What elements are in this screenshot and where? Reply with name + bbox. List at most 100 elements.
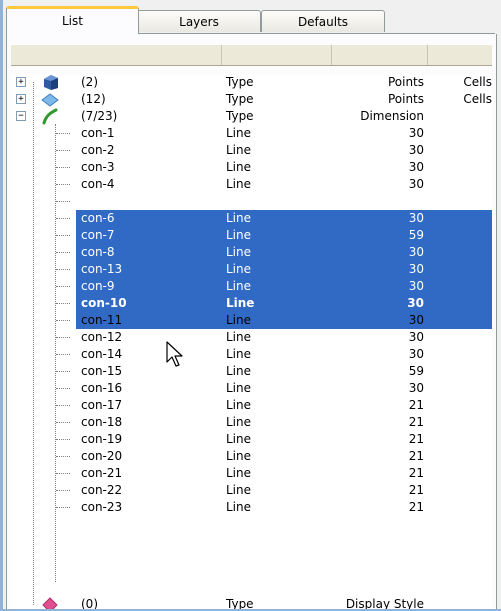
expand-icon[interactable]: +: [16, 77, 26, 87]
connector-type: Line: [226, 415, 252, 429]
tree-item-display-styles[interactable]: (0) Type Display Style: [11, 596, 492, 609]
connector-type: Line: [226, 126, 252, 140]
connector-dimension: 30: [408, 381, 424, 395]
tree-item-connector[interactable]: con-18 Line 21: [11, 414, 492, 431]
connector-name: con-9: [81, 279, 115, 293]
connector-dimension: 30: [408, 279, 424, 293]
connector-type: Line: [226, 262, 252, 276]
tree-branch-line: [56, 320, 70, 321]
tree-item-connector[interactable]: con-23 Line 21: [11, 499, 492, 516]
connector-type: Line: [226, 364, 252, 378]
connector-name: con-20: [81, 449, 123, 463]
connector-dimension: 30: [408, 347, 424, 361]
tree-item-connector[interactable]: con-22 Line 21: [11, 482, 492, 499]
connector-dimension: 30: [408, 245, 424, 259]
tree-item-connector[interactable]: con-21 Line 21: [11, 465, 492, 482]
connector-type: Line: [226, 381, 252, 395]
connector-dimension: 30: [408, 262, 424, 276]
connector-type: Line: [226, 160, 252, 174]
connector-name: con-15: [81, 364, 123, 378]
connector-name: con-17: [81, 398, 123, 412]
tree-item-connector[interactable]: con-8 Line 30: [11, 244, 492, 261]
connector-dimension: 30: [407, 296, 424, 310]
tab-defaults[interactable]: Defaults: [261, 10, 385, 32]
connector-type: Line: [226, 211, 252, 225]
connector-icon: [42, 108, 58, 125]
tree-item-col3: Points: [387, 75, 424, 89]
tree-item-connector[interactable]: con-17 Line 21: [11, 397, 492, 414]
connector-type: Line: [226, 330, 252, 344]
tree-item-connector[interactable]: con-5 Line 30: [11, 193, 492, 210]
tab-layers[interactable]: Layers: [137, 10, 261, 32]
tree-item-connector[interactable]: con-19 Line 21: [11, 431, 492, 448]
connector-dimension: 21: [408, 449, 424, 463]
connector-dimension: 21: [408, 415, 424, 429]
connector-type: Line: [226, 194, 252, 208]
header-col-type[interactable]: [222, 45, 332, 65]
connector-type: Line: [226, 228, 252, 242]
column-header: [11, 44, 492, 66]
connector-type: Line: [226, 466, 252, 480]
domain-icon: [41, 93, 59, 107]
tree-item-connector[interactable]: con-16 Line 30: [11, 380, 492, 397]
connector-dimension: 21: [408, 500, 424, 514]
connector-dimension: 59: [408, 228, 424, 242]
connector-type: Line: [226, 449, 252, 463]
tree-view[interactable]: + (2) Type Points Cells + (12) Type Poin…: [11, 74, 492, 609]
tree-item-connector[interactable]: con-4 Line 30: [11, 176, 492, 193]
connector-name: con-18: [81, 415, 123, 429]
header-col-4[interactable]: [428, 45, 491, 65]
tree-item-connector[interactable]: con-20 Line 21: [11, 448, 492, 465]
connector-dimension: 30: [408, 194, 424, 208]
tree-branch-line: [56, 303, 70, 304]
tree-branch-line: [56, 422, 70, 423]
connector-name: con-3: [81, 160, 115, 174]
collapse-icon[interactable]: −: [16, 111, 26, 121]
tree-branch-line: [56, 388, 70, 389]
tree-item-connector[interactable]: con-15 Line 59: [11, 363, 492, 380]
tree-branch-line: [56, 201, 70, 202]
tree-item-connectors[interactable]: − (7/23) Type Dimension: [11, 108, 492, 125]
tab-bar: List Layers Defaults: [6, 4, 496, 34]
tree-item-connector[interactable]: con-10 Line 30: [11, 295, 492, 312]
tree-item-connector[interactable]: con-3 Line 30: [11, 159, 492, 176]
connector-dimension: 30: [408, 330, 424, 344]
tree-branch-line: [56, 354, 70, 355]
list-panel: + (2) Type Points Cells + (12) Type Poin…: [6, 34, 497, 609]
tree-item-blocks[interactable]: + (2) Type Points Cells: [11, 74, 492, 91]
tree-item-connector[interactable]: con-6 Line 30: [11, 210, 492, 227]
tree-item-col3: Display Style: [345, 597, 424, 609]
tree-item-connector[interactable]: con-11 Line 30: [11, 312, 492, 329]
tree-item-count: (7/23): [81, 109, 118, 123]
tree-item-connector[interactable]: con-14 Line 30: [11, 346, 492, 363]
tab-list[interactable]: List: [6, 6, 139, 34]
tree-item-col3: Points: [387, 92, 424, 106]
tree-item-connector[interactable]: con-1 Line 30: [11, 125, 492, 142]
connector-type: Line: [226, 483, 252, 497]
connector-name: con-23: [81, 500, 123, 514]
tree-branch-line: [56, 252, 70, 253]
tree-item-col4: Cells: [463, 92, 492, 106]
tree-item-connector[interactable]: con-12 Line 30: [11, 329, 492, 346]
tree-item-connector[interactable]: con-13 Line 30: [11, 261, 492, 278]
header-col-name[interactable]: [11, 45, 222, 65]
tree-item-connector[interactable]: con-2 Line 30: [11, 142, 492, 159]
tree-branch-line: [56, 439, 70, 440]
connector-dimension: 30: [408, 313, 424, 327]
connector-dimension: 21: [408, 483, 424, 497]
header-col-3[interactable]: [332, 45, 428, 65]
tree-branch-line: [56, 133, 70, 134]
mouse-cursor-icon: [166, 341, 183, 367]
connector-name: con-13: [81, 262, 123, 276]
tree-item-count: (2): [81, 75, 98, 89]
connector-dimension: 30: [408, 160, 424, 174]
connector-name: con-8: [81, 245, 115, 259]
tree-item-connector[interactable]: con-9 Line 30: [11, 278, 492, 295]
connector-name: con-1: [81, 126, 115, 140]
expand-icon[interactable]: +: [16, 94, 26, 104]
connector-type: Line: [226, 245, 252, 259]
tree-item-connector[interactable]: con-7 Line 59: [11, 227, 492, 244]
connector-dimension: 21: [408, 398, 424, 412]
connector-dimension: 21: [408, 466, 424, 480]
tree-item-domains[interactable]: + (12) Type Points Cells: [11, 91, 492, 108]
